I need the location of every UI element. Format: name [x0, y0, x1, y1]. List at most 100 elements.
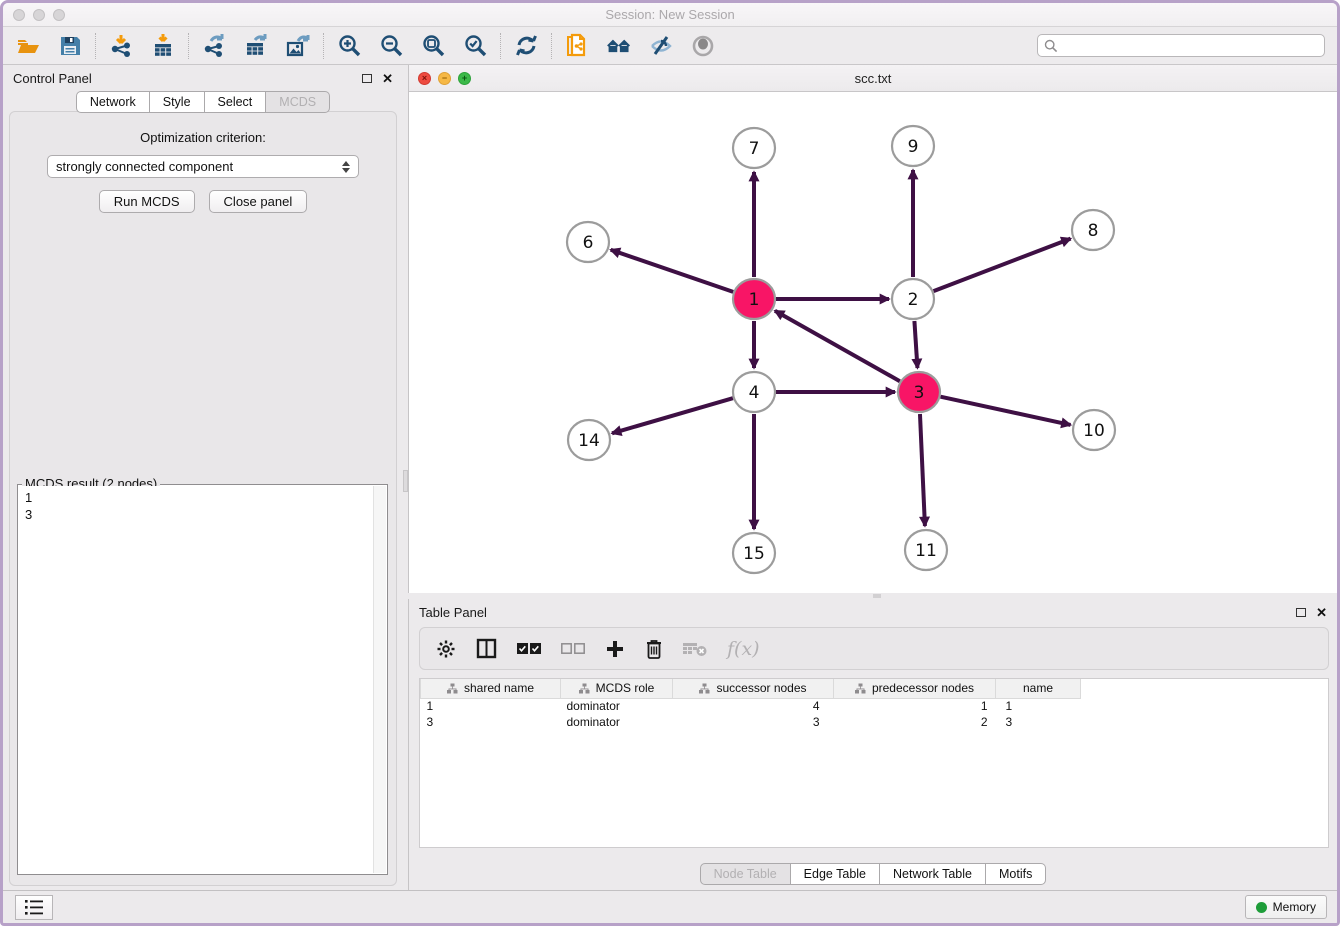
tab-motifs[interactable]: Motifs [986, 863, 1046, 885]
float-table-panel-icon[interactable] [1296, 608, 1306, 617]
column-type-icon [579, 683, 590, 694]
graph-node-3[interactable]: 3 [898, 372, 940, 412]
graph-edge-3-10[interactable] [940, 397, 1070, 425]
import-table-icon[interactable] [150, 33, 176, 59]
search-input[interactable] [1063, 39, 1318, 53]
clone-network-icon[interactable] [564, 33, 590, 59]
delete-column-icon[interactable] [645, 638, 663, 659]
cell-mcds-role[interactable]: dominator [561, 698, 673, 714]
tab-network-table[interactable]: Network Table [880, 863, 986, 885]
run-mcds-button[interactable]: Run MCDS [99, 190, 195, 213]
column-header-shared-name[interactable]: shared name [421, 679, 561, 698]
table-row[interactable]: 1 dominator 4 1 1 [421, 698, 1081, 714]
cell-mcds-role[interactable]: dominator [561, 714, 673, 730]
graph-node-15[interactable]: 15 [733, 533, 775, 573]
graph-edge-4-14[interactable] [612, 398, 733, 433]
column-header-mcds-role[interactable]: MCDS role [561, 679, 673, 698]
graph-node-label: 10 [1083, 421, 1105, 441]
close-table-panel-icon[interactable]: ✕ [1316, 606, 1327, 619]
task-history-button[interactable] [15, 895, 53, 920]
task-list-icon [24, 899, 44, 916]
import-network-icon[interactable] [108, 33, 134, 59]
cell-shared-name[interactable]: 1 [421, 698, 561, 714]
show-all-icon[interactable] [690, 33, 716, 59]
graph-node-11[interactable]: 11 [905, 530, 947, 570]
graph-node-label: 7 [749, 139, 760, 159]
column-header-predecessor-nodes[interactable]: predecessor nodes [834, 679, 996, 698]
graph-node-1[interactable]: 1 [733, 279, 775, 319]
select-all-columns-icon[interactable] [517, 643, 541, 655]
graph-edge-2-3[interactable] [914, 321, 917, 368]
graph-node-14[interactable]: 14 [568, 420, 610, 460]
mcds-result-text[interactable]: 1 3 [19, 486, 372, 873]
criterion-select[interactable]: strongly connected component [47, 155, 359, 178]
graph-edge-2-8[interactable] [934, 239, 1071, 292]
graph-node-7[interactable]: 7 [733, 128, 775, 168]
graph-node-2[interactable]: 2 [892, 279, 934, 319]
table-settings-icon[interactable] [436, 639, 456, 659]
mcds-result-scrollbar[interactable] [373, 486, 386, 873]
home-layout-icon[interactable] [606, 33, 632, 59]
column-type-icon [699, 683, 710, 694]
graph-node-9[interactable]: 9 [892, 126, 934, 166]
table-row[interactable]: 3 dominator 3 2 3 [421, 714, 1081, 730]
column-header-name[interactable]: name [996, 679, 1081, 698]
function-builder-icon[interactable]: f(x) [727, 638, 760, 660]
graph-node-label: 6 [583, 233, 594, 253]
cell-successor-nodes[interactable]: 3 [673, 714, 834, 730]
splitter-grip[interactable] [873, 594, 881, 598]
zoom-out-icon[interactable] [378, 33, 404, 59]
search-field[interactable] [1037, 34, 1325, 57]
optimization-criterion-label: Optimization criterion: [10, 130, 396, 145]
open-file-icon[interactable] [15, 33, 41, 59]
tab-mcds[interactable]: MCDS [266, 91, 330, 113]
network-canvas[interactable]: 7 9 6 8 1 2 4 3 14 10 15 11 [409, 92, 1337, 593]
save-session-icon[interactable] [57, 33, 83, 59]
column-header-successor-nodes[interactable]: successor nodes [673, 679, 834, 698]
tab-node-table[interactable]: Node Table [700, 863, 791, 885]
zoom-selected-icon[interactable] [462, 33, 488, 59]
close-panel-button[interactable]: Close panel [209, 190, 308, 213]
float-panel-icon[interactable] [362, 74, 372, 83]
graph-node-8[interactable]: 8 [1072, 210, 1114, 250]
cell-predecessor-nodes[interactable]: 2 [834, 714, 996, 730]
zoom-in-icon[interactable] [336, 33, 362, 59]
column-type-icon [855, 683, 866, 694]
mcds-panel: Optimization criterion: strongly connect… [9, 111, 397, 886]
cell-shared-name[interactable]: 3 [421, 714, 561, 730]
export-image-icon[interactable] [285, 33, 311, 59]
create-column-icon[interactable] [605, 639, 625, 659]
memory-button[interactable]: Memory [1245, 895, 1327, 919]
cell-name[interactable]: 1 [996, 698, 1081, 714]
graph-node-10[interactable]: 10 [1073, 410, 1115, 450]
control-panel-title: Control Panel [13, 71, 92, 86]
criterion-select-value: strongly connected component [56, 159, 233, 174]
table-panel: Table Panel ✕ [408, 599, 1337, 890]
graph-edge-1-6[interactable] [611, 250, 733, 292]
zoom-fit-icon[interactable] [420, 33, 446, 59]
graph-node-label: 8 [1088, 221, 1099, 241]
show-column-panel-icon[interactable] [476, 638, 497, 659]
graph-edge-3-11[interactable] [920, 414, 925, 526]
refresh-icon[interactable] [513, 33, 539, 59]
main-toolbar [3, 27, 1337, 65]
cell-predecessor-nodes[interactable]: 1 [834, 698, 996, 714]
close-panel-icon[interactable]: ✕ [382, 72, 393, 85]
status-bar: Memory [3, 890, 1337, 923]
graph-node-6[interactable]: 6 [567, 222, 609, 262]
hide-selected-icon[interactable] [648, 33, 674, 59]
graph-node-4[interactable]: 4 [733, 372, 775, 412]
tab-network[interactable]: Network [76, 91, 150, 113]
graph-edge-3-1[interactable] [775, 311, 900, 381]
graph-node-label: 11 [915, 541, 937, 561]
mcds-result-line: 1 [25, 489, 366, 506]
export-table-icon[interactable] [243, 33, 269, 59]
delete-table-icon[interactable] [683, 641, 707, 657]
tab-select[interactable]: Select [205, 91, 267, 113]
tab-style[interactable]: Style [150, 91, 205, 113]
cell-name[interactable]: 3 [996, 714, 1081, 730]
tab-edge-table[interactable]: Edge Table [791, 863, 880, 885]
export-network-icon[interactable] [201, 33, 227, 59]
deselect-all-columns-icon[interactable] [561, 643, 585, 655]
cell-successor-nodes[interactable]: 4 [673, 698, 834, 714]
